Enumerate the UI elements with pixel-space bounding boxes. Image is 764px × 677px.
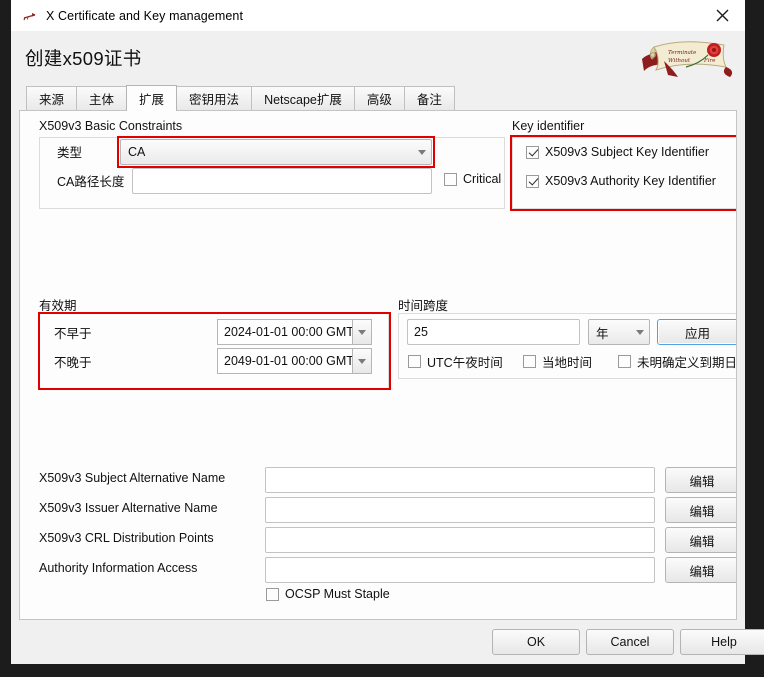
authority-info-access-label: Authority Information Access [39, 561, 198, 575]
tab-key-usage[interactable]: 密钥用法 [176, 86, 253, 110]
crl-distribution-points-input[interactable] [265, 527, 655, 553]
xca-key-icon [22, 8, 38, 24]
local-time-label: 当地时间 [542, 356, 593, 370]
help-button[interactable]: Help [680, 629, 764, 655]
ocsp-must-staple-checkbox[interactable]: OCSP Must Staple [266, 587, 390, 601]
tab-comment[interactable]: 备注 [403, 86, 455, 110]
tab-label: 主体 [89, 93, 115, 107]
critical-label: Critical [463, 172, 502, 186]
checkbox-box [618, 355, 631, 368]
tab-label: 来源 [39, 93, 65, 107]
checkbox-box [526, 174, 539, 188]
issuer-alt-name-label: X509v3 Issuer Alternative Name [39, 501, 218, 515]
utc-midnight-checkbox[interactable]: UTC午夜时间 [408, 352, 503, 371]
ca-path-length-input[interactable] [132, 168, 432, 194]
not-after-value: 2049-01-01 00:00 GMT [217, 348, 353, 374]
cancel-button[interactable]: Cancel [586, 629, 674, 655]
type-label: 类型 [57, 146, 83, 160]
subject-key-identifier-label: X509v3 Subject Key Identifier [545, 145, 709, 159]
not-after-datetime-combobox[interactable]: 2049-01-01 00:00 GMT [217, 348, 372, 374]
tab-advanced[interactable]: 高级 [353, 86, 405, 110]
not-before-datetime-combobox[interactable]: 2024-01-01 00:00 GMT [217, 319, 372, 345]
validity-group-label: 有效期 [39, 299, 77, 313]
checkbox-box [526, 145, 539, 159]
tab-label: 扩展 [139, 93, 165, 107]
timespan-unit-combobox[interactable]: 年 [588, 319, 650, 345]
extensions-panel: X509v3 Basic Constraints 类型 CA CA路径长度 Cr… [19, 110, 737, 620]
timespan-unit-value: 年 [596, 326, 609, 341]
tab-bar: 来源 主体 扩展 密钥用法 Netscape扩展 高级 备注 [11, 85, 745, 111]
ocsp-must-staple-label: OCSP Must Staple [285, 587, 390, 601]
svg-text:Fire: Fire [703, 58, 716, 64]
svg-text:Terminate: Terminate [668, 50, 697, 56]
subject-alt-name-input[interactable] [265, 467, 655, 493]
not-before-label: 不早于 [54, 327, 92, 341]
critical-checkbox[interactable]: Critical [444, 172, 501, 186]
chevron-down-icon[interactable] [352, 319, 372, 345]
not-after-label: 不晚于 [54, 356, 92, 370]
issuer-alt-name-edit-button[interactable]: 编辑 [665, 497, 736, 523]
tab-subject[interactable]: 主体 [76, 86, 128, 110]
subject-alt-name-edit-button[interactable]: 编辑 [665, 467, 736, 493]
checkbox-box [408, 355, 421, 368]
authority-key-identifier-checkbox[interactable]: X509v3 Authority Key Identifier [526, 174, 716, 188]
ok-button[interactable]: OK [492, 629, 580, 655]
checkbox-box [444, 172, 457, 186]
window-title: X Certificate and Key management [46, 8, 244, 23]
chevron-down-icon [631, 320, 649, 344]
tab-label: 密钥用法 [189, 93, 240, 107]
checkbox-box [523, 355, 536, 368]
chevron-down-icon [413, 140, 431, 164]
utc-midnight-label: UTC午夜时间 [427, 356, 503, 370]
authority-info-access-input[interactable] [265, 557, 655, 583]
key-identifier-group-label: Key identifier [512, 119, 585, 133]
local-time-checkbox[interactable]: 当地时间 [523, 352, 592, 371]
timespan-group-label: 时间跨度 [398, 299, 449, 313]
subject-alt-name-label: X509v3 Subject Alternative Name [39, 471, 226, 485]
tab-label: 高级 [366, 93, 392, 107]
tab-source[interactable]: 来源 [26, 86, 78, 110]
page-title: 创建x509证书 [25, 45, 142, 71]
tab-extensions[interactable]: 扩展 [126, 85, 178, 111]
checkbox-box [266, 587, 279, 601]
basic-constraints-group-label: X509v3 Basic Constraints [39, 119, 183, 133]
undefined-expiry-label: 未明确定义到期日 [637, 356, 737, 370]
authority-info-access-edit-button[interactable]: 编辑 [665, 557, 736, 583]
authority-key-identifier-label: X509v3 Authority Key Identifier [545, 174, 716, 188]
issuer-alt-name-input[interactable] [265, 497, 655, 523]
subject-key-identifier-checkbox[interactable]: X509v3 Subject Key Identifier [526, 145, 709, 159]
svg-text:Without: Without [668, 58, 691, 64]
undefined-expiry-checkbox[interactable]: 未明确定义到期日 [618, 352, 737, 371]
tab-netscape[interactable]: Netscape扩展 [251, 86, 355, 110]
tab-label: Netscape扩展 [264, 93, 342, 107]
dialog-header: 创建x509证书 Terminate Without Fire [11, 31, 745, 85]
basic-constraints-type-combobox[interactable]: CA [120, 139, 432, 165]
xca-scroll-rose-logo: Terminate Without Fire [638, 37, 736, 81]
dialog-footer: OK Cancel Help [11, 620, 764, 664]
tab-label: 备注 [416, 93, 442, 107]
apply-button[interactable]: 应用 [657, 319, 736, 345]
timespan-amount-input[interactable]: 25 [407, 319, 580, 345]
certificate-dialog-window: X Certificate and Key management 创建x509证… [0, 0, 764, 677]
pathlen-label: CA路径长度 [57, 175, 125, 189]
type-value: CA [128, 145, 146, 159]
page-title-text: 创建x509证书 [25, 48, 142, 69]
close-icon[interactable] [699, 0, 745, 31]
not-before-value: 2024-01-01 00:00 GMT [217, 319, 353, 345]
chevron-down-icon[interactable] [352, 348, 372, 374]
crl-distribution-points-label: X509v3 CRL Distribution Points [39, 531, 214, 545]
title-bar: X Certificate and Key management [11, 0, 745, 31]
crl-distribution-points-edit-button[interactable]: 编辑 [665, 527, 736, 553]
